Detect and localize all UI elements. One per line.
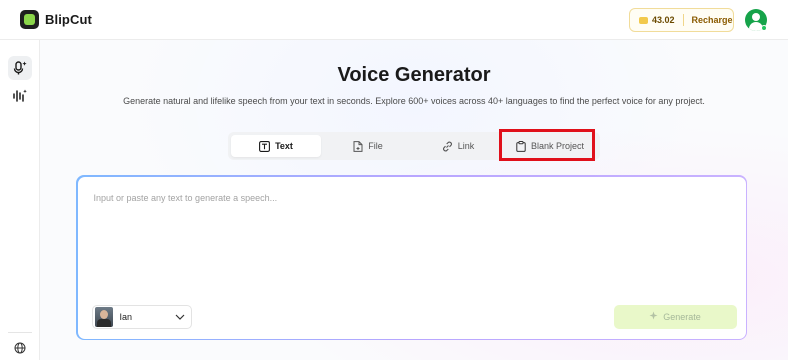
blipcut-logo-icon bbox=[20, 10, 39, 29]
top-header: BlipCut 43.02 Recharge bbox=[0, 0, 788, 40]
sidebar-item-audio[interactable] bbox=[8, 84, 32, 108]
brand-name: BlipCut bbox=[45, 12, 92, 27]
tab-text[interactable]: Text bbox=[231, 135, 321, 157]
divider bbox=[682, 14, 684, 26]
voice-selector[interactable]: Ian bbox=[91, 304, 192, 329]
main-content: Voice Generator Generate natural and lif… bbox=[40, 40, 788, 360]
tab-file[interactable]: File bbox=[324, 135, 412, 157]
tab-label: File bbox=[368, 141, 383, 151]
credits-value: 43.02 bbox=[652, 15, 675, 25]
language-button[interactable] bbox=[8, 336, 32, 360]
text-icon bbox=[259, 140, 271, 152]
globe-icon bbox=[14, 342, 26, 354]
input-mode-tabs: Text File Link Blank Project bbox=[228, 132, 600, 160]
generate-label: Generate bbox=[663, 311, 701, 322]
voice-avatar bbox=[94, 306, 113, 327]
chevron-down-icon bbox=[175, 314, 185, 320]
clipboard-icon bbox=[516, 140, 526, 152]
recharge-button[interactable]: Recharge bbox=[692, 15, 733, 25]
text-editor: Input or paste any text to generate a sp… bbox=[76, 175, 747, 340]
tab-label: Text bbox=[275, 141, 293, 151]
coin-icon bbox=[639, 16, 648, 24]
link-icon bbox=[442, 141, 453, 152]
generate-button[interactable]: Generate bbox=[613, 304, 737, 329]
tab-blank-project[interactable]: Blank Project bbox=[504, 135, 596, 157]
brand[interactable]: BlipCut bbox=[20, 10, 92, 29]
voice-sparkle-icon bbox=[13, 61, 27, 75]
credits-widget[interactable]: 43.02 Recharge bbox=[629, 8, 734, 32]
voice-name: Ian bbox=[119, 311, 133, 322]
sidebar-divider bbox=[8, 332, 32, 333]
tab-label: Blank Project bbox=[530, 141, 585, 151]
file-icon bbox=[353, 140, 363, 152]
tab-label: Link bbox=[457, 141, 475, 151]
sidebar-item-voice-generator[interactable] bbox=[8, 56, 32, 80]
page-subtitle: Generate natural and lifelike speech fro… bbox=[123, 96, 705, 106]
sidebar bbox=[0, 40, 40, 360]
online-status-dot bbox=[761, 25, 767, 31]
waveform-sparkle-icon bbox=[13, 89, 27, 102]
tab-link[interactable]: Link bbox=[414, 135, 502, 157]
page-title: Voice Generator bbox=[337, 64, 491, 86]
text-input[interactable]: Input or paste any text to generate a sp… bbox=[94, 193, 278, 203]
sparkle-icon bbox=[649, 311, 658, 322]
